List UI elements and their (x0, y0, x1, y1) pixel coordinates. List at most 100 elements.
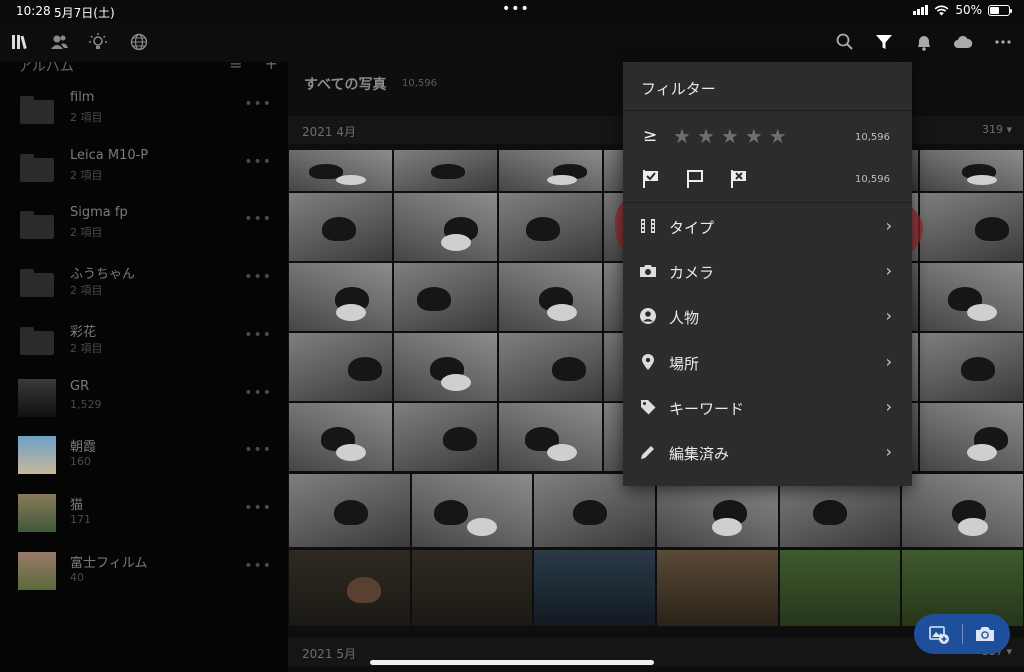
status-time: 10:28 (16, 4, 51, 18)
battery-icon (988, 4, 1012, 16)
photo-thumbnail[interactable] (779, 550, 901, 626)
search-icon[interactable] (833, 30, 857, 54)
photo-thumbnail[interactable] (289, 474, 410, 547)
more-options-icon[interactable]: ••• (244, 442, 272, 458)
home-indicator[interactable] (370, 660, 654, 665)
sidebar-item[interactable]: 彩花 2 項目 ••• (0, 305, 288, 363)
filter-item-label: 編集済み (669, 445, 730, 463)
photo-thumbnail[interactable] (919, 150, 1023, 191)
cat-silhouette (552, 356, 587, 381)
bell-icon[interactable] (912, 30, 936, 54)
picked-flag-icon[interactable] (641, 168, 661, 190)
filter-item[interactable]: カメラ › (623, 250, 912, 294)
signal-icon (913, 5, 929, 15)
sidebar-item[interactable]: 猫 171 ••• (0, 478, 288, 536)
status-date: 5月7日(土) (54, 6, 115, 20)
flag-count: 10,596 (855, 174, 890, 185)
rating-operator[interactable]: ≥ (643, 126, 657, 146)
community-icon[interactable] (127, 30, 151, 54)
sidebar-item-count: 40 (70, 570, 84, 584)
photo-thumbnail[interactable] (919, 263, 1023, 331)
more-options-icon[interactable]: ••• (244, 327, 272, 343)
filter-item-label: 場所 (669, 354, 700, 373)
photo-thumbnail[interactable] (919, 333, 1023, 401)
add-photo-icon[interactable] (928, 623, 950, 645)
library-icon[interactable] (8, 30, 32, 54)
photo-thumbnail[interactable] (289, 550, 410, 626)
sidebar-item[interactable]: ふうちゃん 2 項目 ••• (0, 247, 288, 305)
cat-silhouette (974, 216, 1009, 241)
people-icon[interactable] (47, 30, 71, 54)
sidebar-item[interactable]: GR 1,529 ••• (0, 363, 288, 421)
more-options-icon[interactable]: ••• (244, 154, 272, 170)
photo-thumbnail[interactable] (499, 150, 603, 191)
album-thumbnail (18, 551, 56, 590)
filter-item[interactable]: 編集済み › (623, 431, 912, 475)
multitasking-dots[interactable]: ••• (502, 1, 530, 17)
photo-thumbnail[interactable] (411, 550, 533, 626)
filter-icon[interactable] (872, 30, 896, 54)
photo-thumbnail[interactable] (394, 263, 498, 331)
star-icon[interactable]: ★ (769, 125, 787, 147)
photo-thumbnail[interactable] (534, 550, 655, 626)
more-options-icon[interactable]: ••• (244, 211, 272, 227)
photo-thumbnail[interactable] (394, 193, 498, 261)
learn-icon[interactable] (86, 30, 110, 54)
photo-thumbnail[interactable] (289, 150, 393, 191)
sidebar-item[interactable]: 富士フィルム 40 ••• (0, 536, 288, 594)
flag-filter: 10,596 (623, 164, 912, 196)
star-icon[interactable]: ★ (745, 125, 763, 147)
sidebar-item-label: 富士フィルム (70, 555, 148, 571)
photo-thumbnail[interactable] (919, 403, 1023, 471)
cat-silhouette (417, 286, 452, 311)
star-icon[interactable]: ★ (673, 125, 691, 147)
cloud-icon[interactable] (951, 30, 975, 54)
sidebar-item[interactable]: film 2 項目 ••• (0, 74, 288, 132)
photo-thumbnail[interactable] (289, 333, 393, 401)
sidebar-item[interactable]: Leica M10-P 2 項目 ••• (0, 132, 288, 190)
cat-toy (546, 303, 577, 321)
photo-thumbnail[interactable] (499, 403, 603, 471)
filter-item[interactable]: タイプ › (623, 205, 912, 249)
sidebar-item[interactable]: 朝霞 160 ••• (0, 420, 288, 478)
photo-thumbnail[interactable] (289, 193, 393, 261)
sidebar-item-label: GR (70, 378, 90, 394)
star-icon[interactable]: ★ (697, 125, 715, 147)
more-icon[interactable] (991, 30, 1015, 54)
more-options-icon[interactable]: ••• (244, 385, 272, 401)
photo-thumbnail[interactable] (499, 263, 603, 331)
photo-thumbnail[interactable] (499, 193, 603, 261)
rejected-flag-icon[interactable] (729, 168, 749, 190)
more-options-icon[interactable]: ••• (244, 500, 272, 516)
photo-thumbnail[interactable] (394, 403, 498, 471)
photo-thumbnail[interactable] (411, 474, 533, 547)
camera-icon[interactable] (974, 623, 996, 645)
cat-silhouette (526, 216, 561, 241)
filter-item[interactable]: 人物 › (623, 295, 912, 339)
more-options-icon[interactable]: ••• (244, 96, 272, 112)
sort-icon[interactable]: ≡ (229, 62, 242, 73)
photo-thumbnail[interactable] (919, 193, 1023, 261)
more-options-icon[interactable]: ••• (244, 558, 272, 574)
add-album-icon[interactable]: + (265, 62, 278, 73)
star-icon[interactable]: ★ (721, 125, 739, 147)
camera-icon (639, 262, 657, 280)
more-options-icon[interactable]: ••• (244, 269, 272, 285)
photo-thumbnail[interactable] (289, 403, 393, 471)
page-title: すべての写真 (304, 77, 387, 93)
photo-thumbnail[interactable] (394, 333, 498, 401)
sidebar-item[interactable]: Sigma fp 2 項目 ••• (0, 189, 288, 247)
filter-item-label: キーワード (669, 399, 745, 418)
photo-thumbnail[interactable] (394, 150, 498, 191)
photo-thumbnail[interactable] (289, 263, 393, 331)
filter-item[interactable]: キーワード › (623, 386, 912, 430)
unflagged-icon[interactable] (685, 168, 705, 190)
photo-thumbnail[interactable] (902, 474, 1023, 547)
chevron-right-icon: › (885, 351, 892, 371)
photo-thumbnail[interactable] (657, 550, 778, 626)
filter-item[interactable]: 場所 › (623, 341, 912, 385)
photo-thumbnail[interactable] (499, 333, 603, 401)
cat-toy (546, 443, 577, 461)
battery-fill (990, 6, 999, 14)
rating-filter: ≥ ★ ★ ★ ★ ★ 10,596 (623, 122, 912, 154)
